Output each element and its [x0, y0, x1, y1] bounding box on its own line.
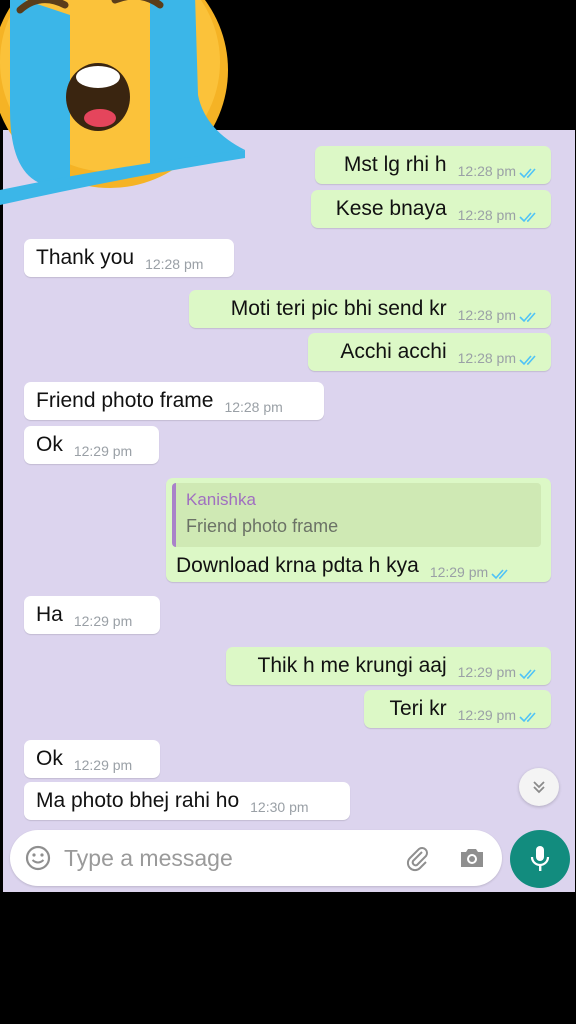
message-bubble-outgoing[interactable]: Mst lg rhi h 12:28 pm — [315, 146, 551, 184]
message-text: Mst lg rhi h — [343, 153, 447, 176]
quoted-message[interactable]: Kanishka Friend photo frame — [172, 483, 541, 547]
message-bubble-incoming[interactable]: Friend photo frame 12:28 pm — [24, 382, 324, 420]
voice-record-button[interactable] — [510, 830, 570, 888]
message-bubble-incoming[interactable]: Ha 12:29 pm — [24, 596, 160, 634]
message-time: 12:28 pm — [457, 207, 516, 223]
message-bubble-outgoing[interactable]: Thik h me krungi aaj 12:29 pm — [226, 647, 551, 685]
message-time: 12:29 pm — [457, 707, 516, 723]
message-text: Thik h me krungi aaj — [257, 654, 447, 677]
message-text: Acchi acchi — [340, 340, 447, 363]
message-time: 12:30 pm — [250, 799, 309, 815]
message-bubble-incoming[interactable]: Thank you 12:28 pm — [24, 239, 234, 277]
message-time: 12:29 pm — [73, 757, 133, 773]
message-time: 12:28 pm — [224, 399, 283, 415]
message-text: Ha — [36, 603, 63, 626]
double-check-icon — [519, 212, 536, 223]
scroll-to-bottom-button[interactable] — [519, 768, 559, 806]
chat-area[interactable]: Mst lg rhi h 12:28 pm Kese bnaya 12:28 p… — [3, 130, 575, 892]
camera-icon[interactable] — [458, 845, 486, 871]
message-text: Thank you — [36, 246, 135, 269]
mic-icon — [530, 846, 550, 871]
message-time: 12:29 pm — [429, 564, 489, 580]
message-text: Download krna pdta h kya — [176, 554, 419, 577]
message-time: 12:28 pm — [457, 163, 516, 179]
chevron-double-down-icon — [533, 781, 545, 794]
message-bubble-incoming[interactable]: Ma photo bhej rahi ho 12:30 pm — [24, 782, 350, 820]
message-time: 12:28 pm — [145, 256, 204, 272]
double-check-icon — [519, 669, 536, 680]
quoted-sender-name: Kanishka — [186, 490, 256, 509]
message-text: Ma photo bhej rahi ho — [36, 789, 240, 812]
double-check-icon — [519, 168, 536, 179]
message-time: 12:28 pm — [457, 350, 516, 366]
paperclip-icon[interactable] — [402, 843, 432, 873]
double-check-icon — [519, 312, 536, 323]
message-bubble-outgoing[interactable]: Kese bnaya 12:28 pm — [311, 190, 551, 228]
message-text: Teri kr — [389, 697, 447, 720]
message-bubble-incoming[interactable]: Ok 12:29 pm — [24, 740, 160, 778]
message-time: 12:29 pm — [457, 664, 516, 680]
double-check-icon — [519, 355, 536, 366]
message-text: Ok — [36, 747, 63, 770]
message-bubble-outgoing-reply[interactable]: Kanishka Friend photo frame Download krn… — [166, 478, 551, 582]
loudly-crying-face-emoji — [0, 0, 245, 205]
message-time: 12:29 pm — [73, 613, 133, 629]
message-time: 12:28 pm — [457, 307, 516, 323]
double-check-icon — [491, 569, 508, 580]
quoted-text: Friend photo frame — [186, 516, 339, 536]
message-text: Kese bnaya — [335, 197, 447, 220]
message-text: Ok — [36, 433, 63, 456]
message-text: Moti teri pic bhi send kr — [230, 297, 447, 320]
message-bubble-incoming[interactable]: Ok 12:29 pm — [24, 426, 159, 464]
message-bubble-outgoing[interactable]: Acchi acchi 12:28 pm — [308, 333, 551, 371]
emoji-icon[interactable] — [24, 844, 52, 872]
message-input[interactable]: Type a message — [64, 845, 402, 872]
message-bubble-outgoing[interactable]: Moti teri pic bhi send kr 12:28 pm — [189, 290, 551, 328]
message-text: Friend photo frame — [36, 389, 214, 412]
double-check-icon — [519, 712, 536, 723]
message-time: 12:29 pm — [73, 443, 133, 459]
message-composer[interactable]: Type a message — [10, 830, 502, 886]
message-bubble-outgoing[interactable]: Teri kr 12:29 pm — [364, 690, 551, 728]
